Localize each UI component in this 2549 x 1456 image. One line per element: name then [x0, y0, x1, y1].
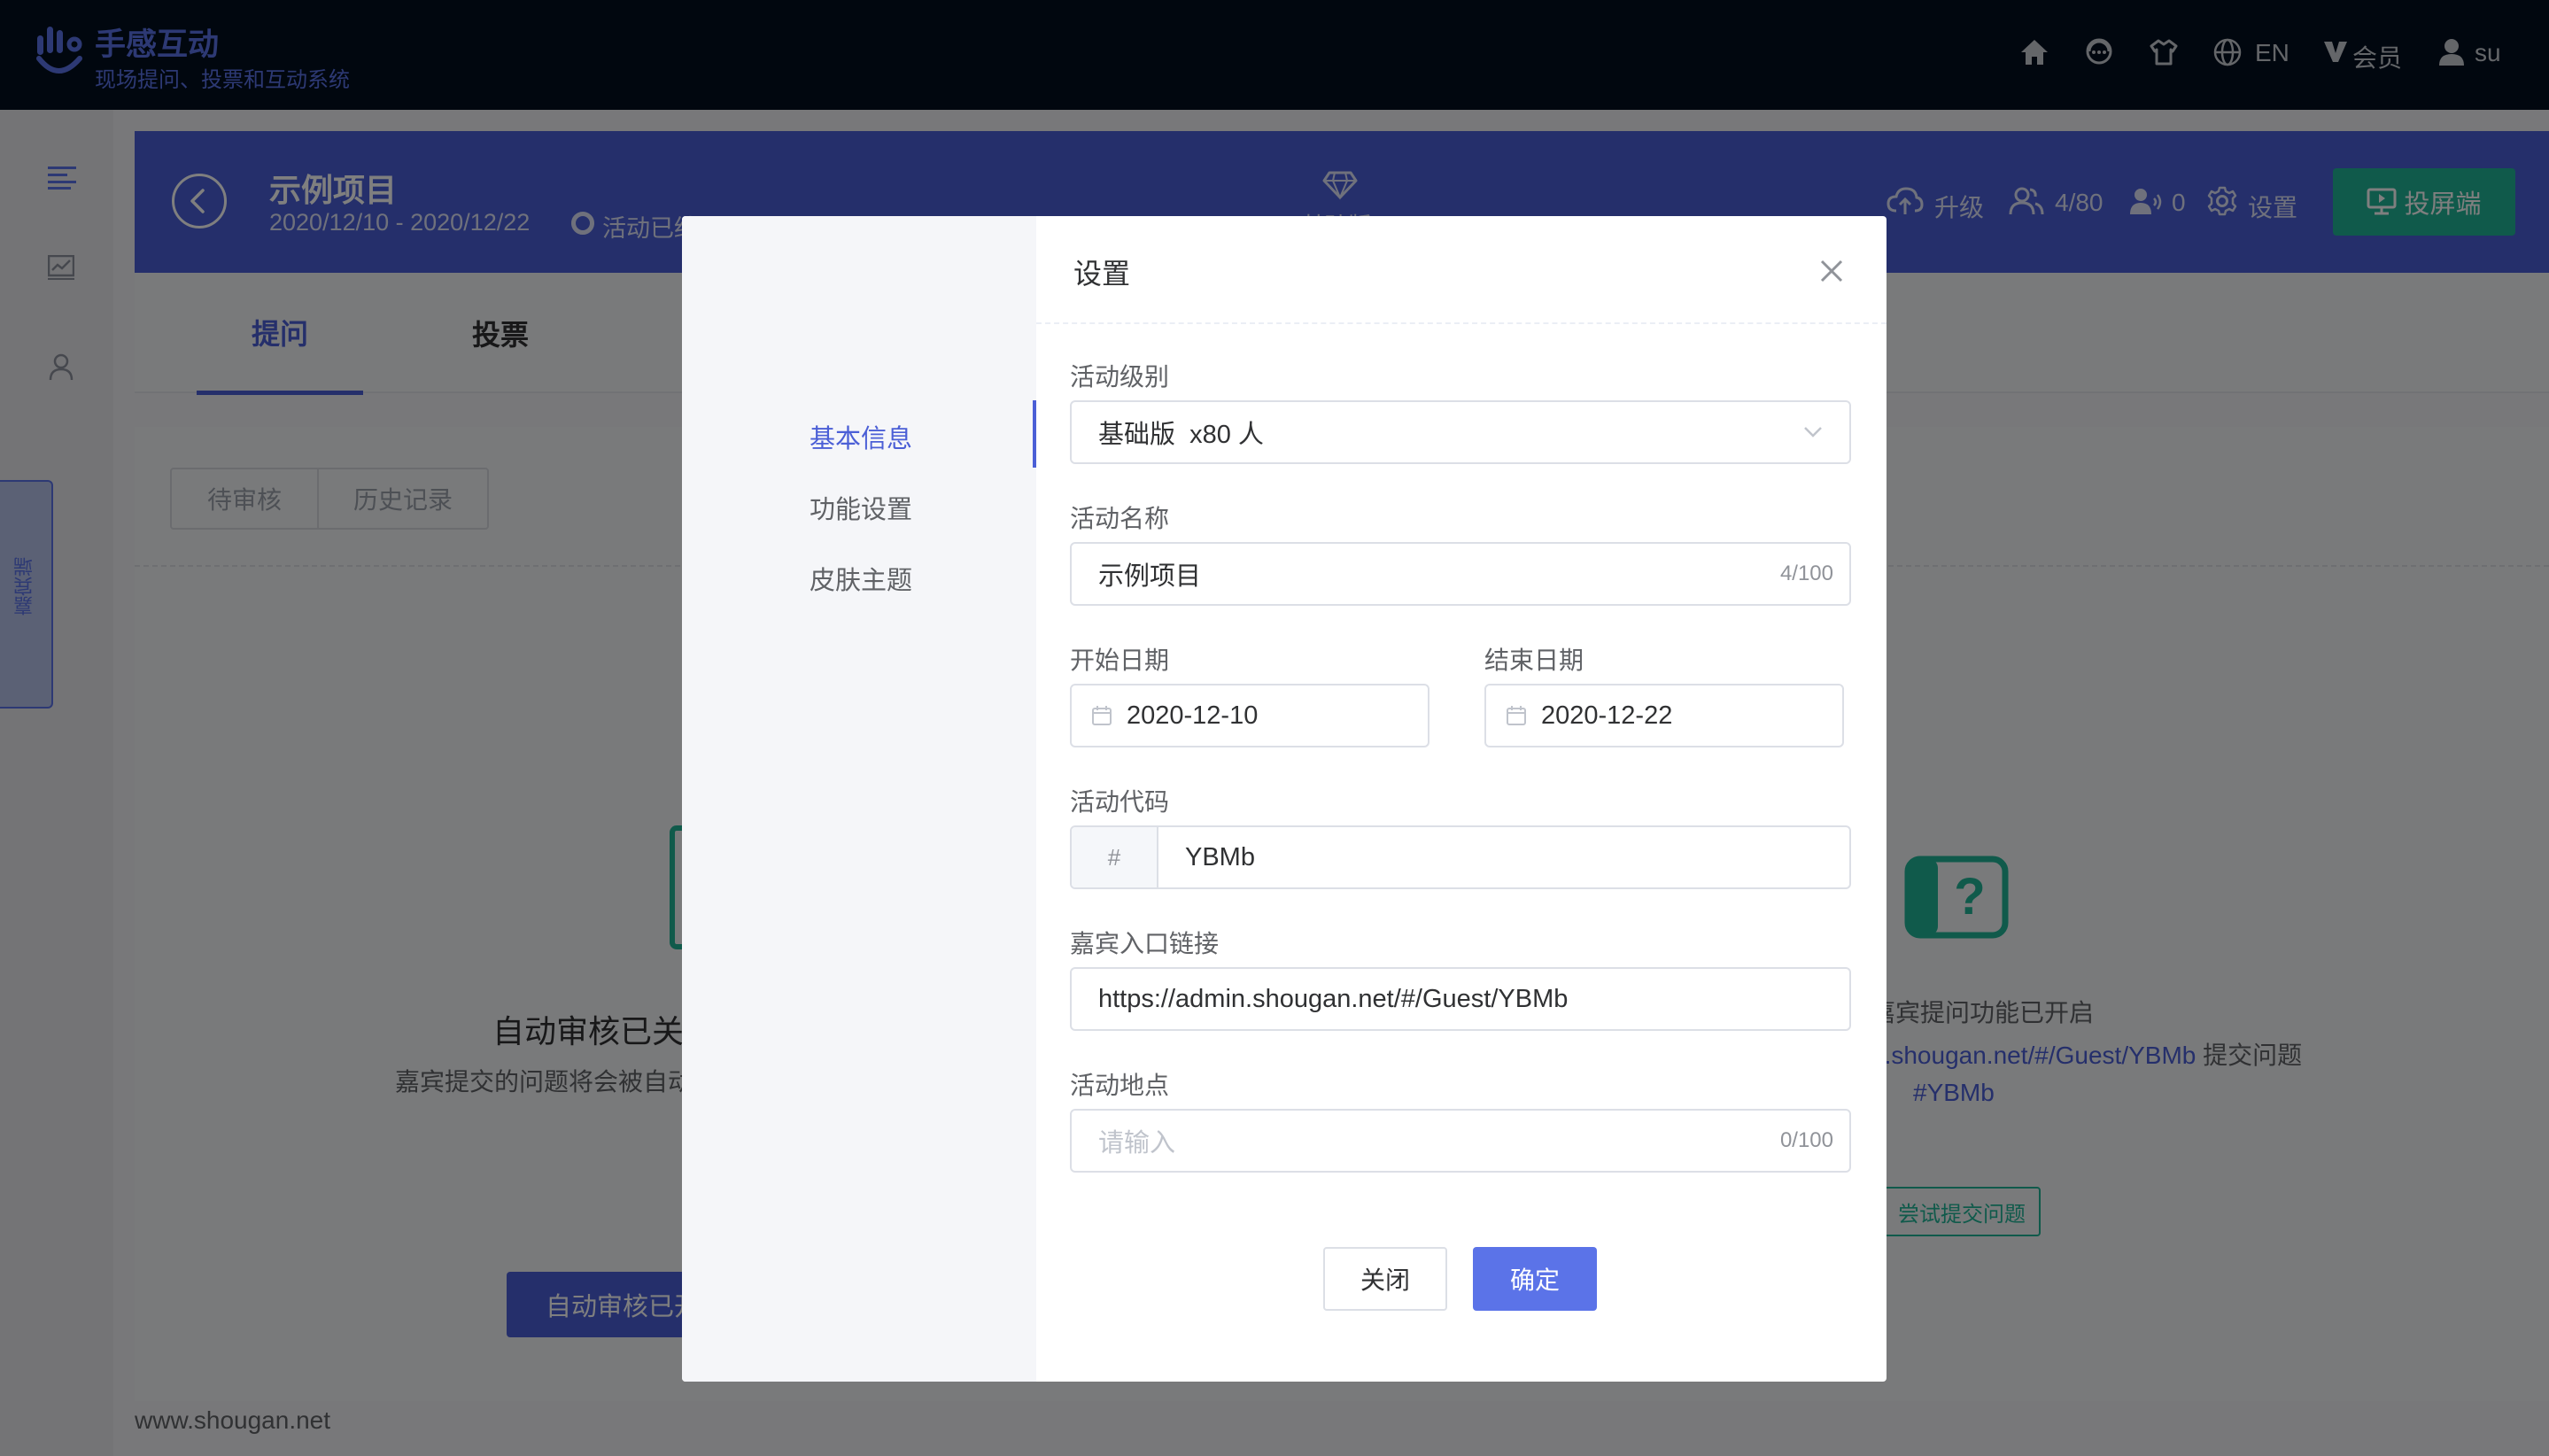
- place-placeholder: 请输入: [1098, 1129, 1176, 1158]
- name-char-count: 4/100: [1779, 561, 1833, 585]
- nav-feature-settings[interactable]: 功能设置: [810, 489, 912, 526]
- end-date-label: 结束日期: [1484, 647, 1584, 674]
- cancel-button[interactable]: 关闭: [1323, 1247, 1447, 1311]
- guest-link-label: 嘉宾入口链接: [1070, 930, 1220, 957]
- calendar-icon: [1092, 706, 1112, 725]
- name-field[interactable]: 示例项目 4/100: [1070, 542, 1851, 606]
- name-label: 活动名称: [1070, 505, 1170, 532]
- guest-link-field[interactable]: https://admin.shougan.net/#/Guest/YBMb: [1070, 967, 1851, 1031]
- settings-dialog: 基本信息 功能设置 皮肤主题 设置 活动级别 基础版 x80 人 活动名称 示例…: [682, 216, 1887, 1382]
- start-date-label: 开始日期: [1070, 647, 1170, 674]
- level-label: 活动级别: [1070, 363, 1170, 391]
- chevron-down-icon: [1804, 427, 1822, 438]
- code-value: YBMb: [1185, 842, 1255, 871]
- end-date-picker[interactable]: 2020-12-22: [1484, 684, 1844, 747]
- calendar-icon: [1507, 706, 1526, 725]
- nav-skin-theme[interactable]: 皮肤主题: [810, 560, 912, 597]
- place-char-count: 0/100: [1779, 1128, 1833, 1152]
- level-value: 基础版 x80 人: [1098, 421, 1264, 449]
- code-prefix: #: [1072, 827, 1158, 887]
- nav-active-indicator: [1033, 400, 1036, 468]
- name-value: 示例项目: [1098, 562, 1202, 591]
- guest-link-value: https://admin.shougan.net/#/Guest/YBMb: [1098, 984, 1569, 1013]
- confirm-button[interactable]: 确定: [1473, 1247, 1597, 1311]
- level-select[interactable]: 基础版 x80 人: [1070, 400, 1851, 464]
- settings-nav: [682, 216, 1036, 1382]
- place-field[interactable]: 请输入 0/100: [1070, 1109, 1851, 1173]
- end-date-value: 2020-12-22: [1541, 701, 1673, 730]
- dialog-title: 设置: [1073, 258, 1131, 290]
- code-field[interactable]: # YBMb: [1070, 825, 1851, 889]
- place-label: 活动地点: [1070, 1072, 1170, 1099]
- nav-basic-info[interactable]: 基本信息: [810, 418, 912, 455]
- start-date-picker[interactable]: 2020-12-10: [1070, 684, 1429, 747]
- close-icon[interactable]: [1819, 259, 1844, 283]
- start-date-value: 2020-12-10: [1127, 701, 1259, 730]
- dialog-header-divider: [1036, 322, 1887, 324]
- code-label: 活动代码: [1070, 788, 1170, 816]
